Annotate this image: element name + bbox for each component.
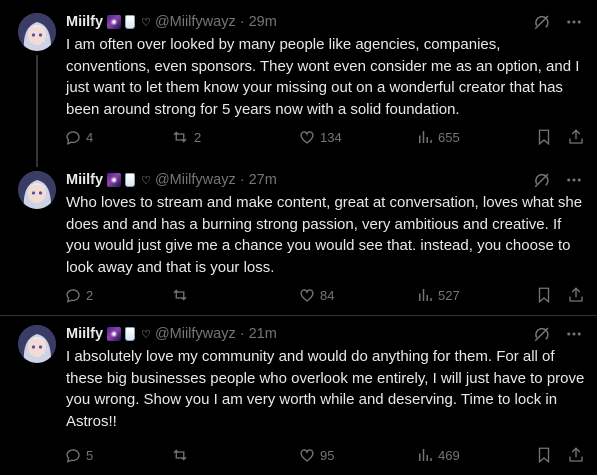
like-count: 134 bbox=[320, 129, 342, 145]
bookmark-button[interactable] bbox=[535, 445, 553, 465]
reply-count: 4 bbox=[86, 129, 94, 145]
like-count: 95 bbox=[320, 447, 335, 463]
grok-icon[interactable] bbox=[533, 13, 551, 31]
reply-button[interactable]: 4 bbox=[64, 127, 93, 147]
more-icon[interactable] bbox=[565, 325, 583, 343]
share-button[interactable] bbox=[567, 445, 585, 465]
handle[interactable]: @Miilfywayz bbox=[155, 14, 236, 30]
galaxy-emoji-icon bbox=[107, 327, 122, 341]
milk-glass-emoji-icon bbox=[125, 327, 136, 341]
grok-icon[interactable] bbox=[533, 171, 551, 189]
repost-count: 2 bbox=[194, 129, 202, 145]
reply-icon bbox=[66, 131, 80, 145]
post-top-actions bbox=[533, 324, 583, 344]
views-icon bbox=[419, 289, 432, 301]
repost-button[interactable]: 2 bbox=[170, 127, 201, 147]
bookmark-icon bbox=[538, 129, 550, 146]
more-icon[interactable] bbox=[565, 171, 583, 189]
post-action-bar: 5 95 469 bbox=[60, 445, 583, 465]
separator-dot: · bbox=[239, 14, 245, 30]
like-count: 84 bbox=[320, 287, 335, 303]
post-top-actions bbox=[533, 170, 583, 190]
view-count: 527 bbox=[438, 287, 460, 303]
like-icon bbox=[300, 449, 314, 462]
like-button[interactable]: 84 bbox=[298, 285, 334, 305]
repost-button[interactable] bbox=[170, 445, 194, 465]
view-count: 655 bbox=[438, 129, 460, 145]
like-button[interactable]: 95 bbox=[298, 445, 334, 465]
views-button[interactable]: 527 bbox=[416, 285, 460, 305]
repost-button[interactable] bbox=[170, 285, 194, 305]
white-heart-emoji-icon: ♡ bbox=[141, 16, 151, 29]
views-icon bbox=[419, 131, 432, 143]
repost-icon bbox=[173, 449, 187, 461]
bookmark-button[interactable] bbox=[535, 285, 553, 305]
reply-count: 5 bbox=[86, 447, 94, 463]
reply-button[interactable]: 2 bbox=[64, 285, 93, 305]
like-button[interactable]: 134 bbox=[298, 127, 342, 147]
post-text: I absolutely love my community and would… bbox=[66, 348, 585, 430]
bookmark-icon bbox=[538, 287, 550, 304]
white-heart-emoji-icon: ♡ bbox=[141, 328, 151, 341]
display-name[interactable]: Miilfy bbox=[66, 172, 103, 188]
galaxy-emoji-icon bbox=[107, 15, 122, 29]
reply-count: 2 bbox=[86, 287, 94, 303]
share-button[interactable] bbox=[567, 127, 585, 147]
timestamp[interactable]: 21m bbox=[249, 326, 277, 342]
handle[interactable]: @Miilfywayz bbox=[155, 326, 236, 342]
views-icon bbox=[419, 449, 432, 461]
post-text: I am often over looked by many people li… bbox=[66, 36, 580, 118]
post-header: Miilfy ♡ @Miilfywayz · 29m bbox=[66, 12, 277, 32]
like-icon bbox=[300, 289, 314, 302]
milk-glass-emoji-icon bbox=[125, 15, 136, 29]
avatar[interactable] bbox=[18, 13, 56, 51]
share-icon bbox=[569, 447, 583, 462]
separator-dot: · bbox=[239, 172, 245, 188]
timestamp[interactable]: 27m bbox=[249, 172, 277, 188]
galaxy-emoji-icon bbox=[107, 173, 122, 187]
reply-button[interactable]: 5 bbox=[64, 445, 93, 465]
avatar-image bbox=[18, 171, 56, 209]
share-button[interactable] bbox=[567, 285, 585, 305]
like-icon bbox=[300, 131, 314, 144]
post-header: Miilfy ♡ @Miilfywayz · 27m bbox=[66, 170, 277, 190]
view-count: 469 bbox=[438, 447, 460, 463]
post-1[interactable]: Miilfy ♡ @Miilfywayz · 29m I am often ov… bbox=[0, 0, 597, 167]
thread-connector bbox=[36, 55, 38, 167]
reply-icon bbox=[66, 449, 80, 463]
timestamp[interactable]: 29m bbox=[249, 14, 277, 30]
share-icon bbox=[569, 129, 583, 144]
display-name[interactable]: Miilfy bbox=[66, 14, 103, 30]
grok-icon[interactable] bbox=[533, 325, 551, 343]
post-action-bar: 4 2 134 655 bbox=[60, 127, 583, 147]
views-button[interactable]: 469 bbox=[416, 445, 460, 465]
repost-icon bbox=[173, 289, 187, 301]
separator-dot: · bbox=[239, 326, 245, 342]
white-heart-emoji-icon: ♡ bbox=[141, 174, 151, 187]
post-action-bar: 2 84 527 bbox=[60, 285, 583, 305]
avatar[interactable] bbox=[18, 325, 56, 363]
thread-container: Miilfy ♡ @Miilfywayz · 29m I am often ov… bbox=[0, 0, 597, 475]
post-top-actions bbox=[533, 12, 583, 32]
share-icon bbox=[569, 287, 583, 302]
bookmark-button[interactable] bbox=[535, 127, 553, 147]
reply-icon bbox=[66, 289, 80, 303]
post-header: Miilfy ♡ @Miilfywayz · 21m bbox=[66, 324, 277, 344]
handle[interactable]: @Miilfywayz bbox=[155, 172, 236, 188]
avatar[interactable] bbox=[18, 171, 56, 209]
views-button[interactable]: 655 bbox=[416, 127, 460, 147]
display-name[interactable]: Miilfy bbox=[66, 326, 103, 342]
avatar-image bbox=[18, 13, 56, 51]
milk-glass-emoji-icon bbox=[125, 173, 136, 187]
more-icon[interactable] bbox=[565, 13, 583, 31]
post-text: Who loves to stream and make content, gr… bbox=[66, 194, 583, 276]
avatar-image bbox=[18, 325, 56, 363]
repost-icon bbox=[173, 131, 187, 143]
post-3[interactable]: Miilfy ♡ @Miilfywayz · 21m I absolutely … bbox=[0, 316, 597, 475]
bookmark-icon bbox=[538, 447, 550, 464]
post-2[interactable]: Miilfy ♡ @Miilfywayz · 27m Who loves to … bbox=[0, 164, 597, 316]
